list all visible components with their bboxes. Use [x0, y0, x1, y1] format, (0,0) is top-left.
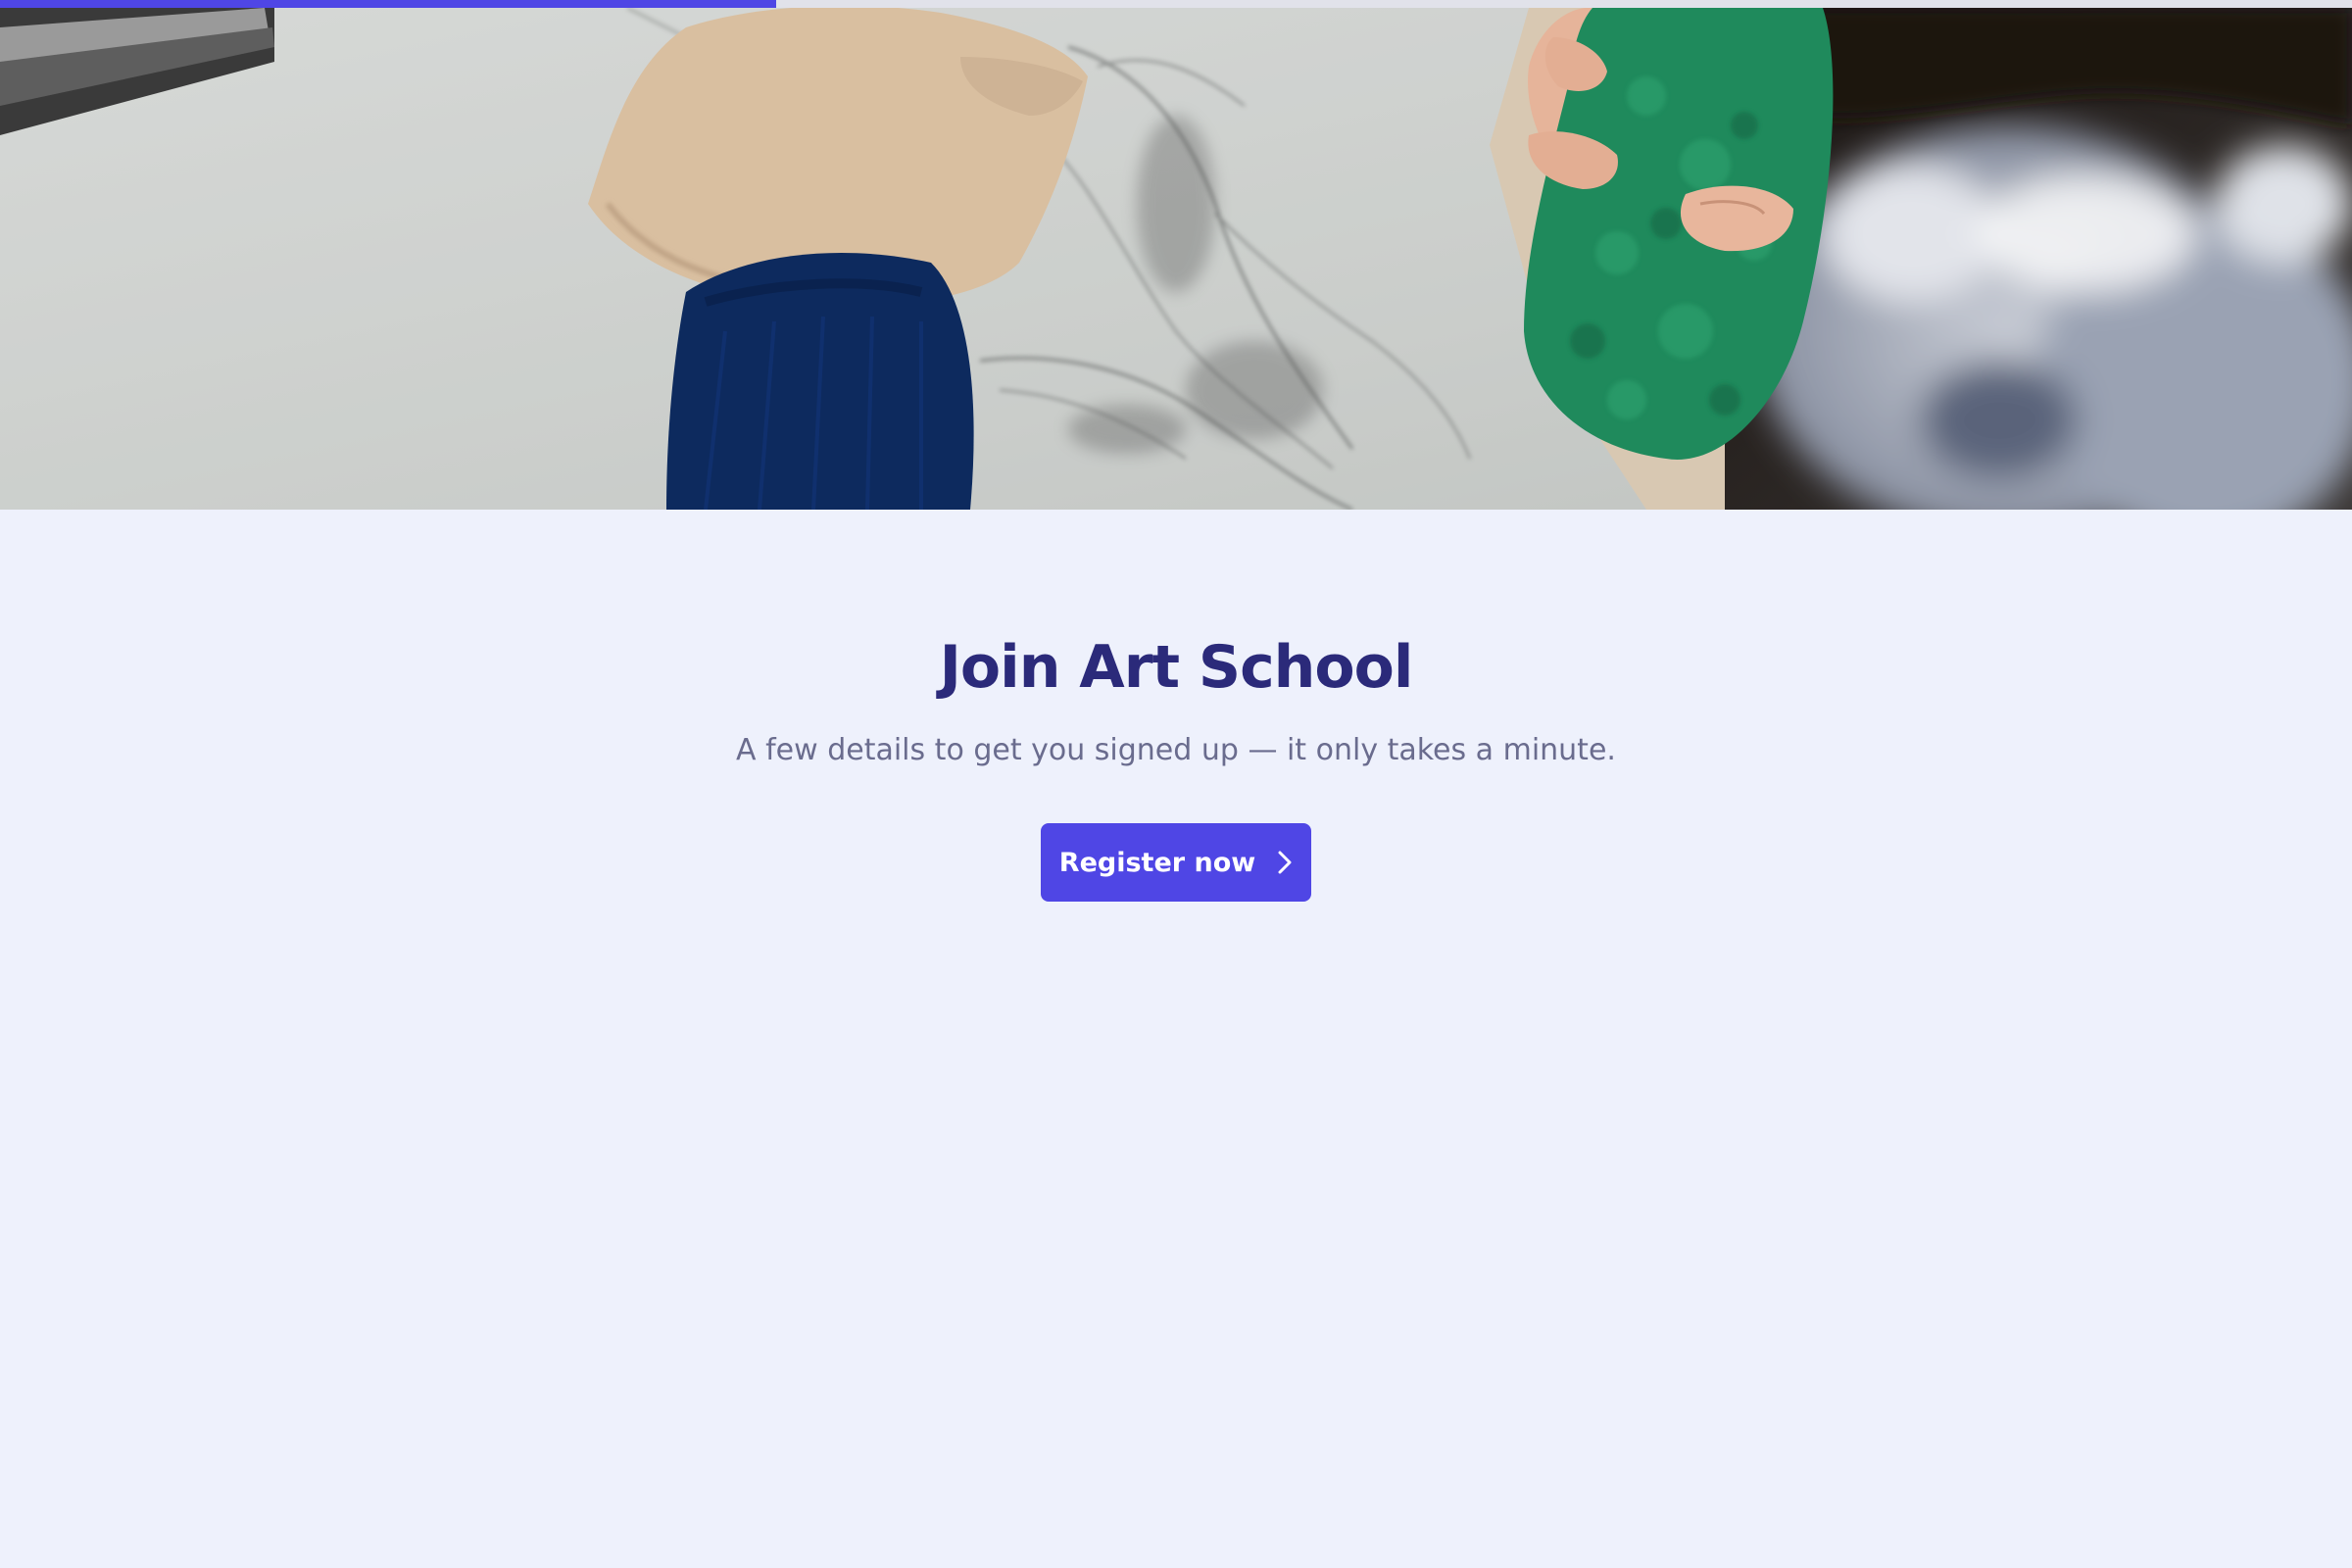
register-now-button[interactable]: Register now [1041, 823, 1311, 902]
page-subtitle: A few details to get you signed up — it … [736, 733, 1616, 767]
page-title: Join Art School [939, 633, 1414, 702]
progress-bar-fill [0, 0, 776, 8]
hero-image [0, 8, 2352, 510]
registration-intro: Join Art School A few details to get you… [0, 510, 2352, 1568]
register-now-label: Register now [1058, 847, 1256, 878]
chevron-right-icon [1277, 850, 1293, 875]
progress-bar [0, 0, 2352, 8]
